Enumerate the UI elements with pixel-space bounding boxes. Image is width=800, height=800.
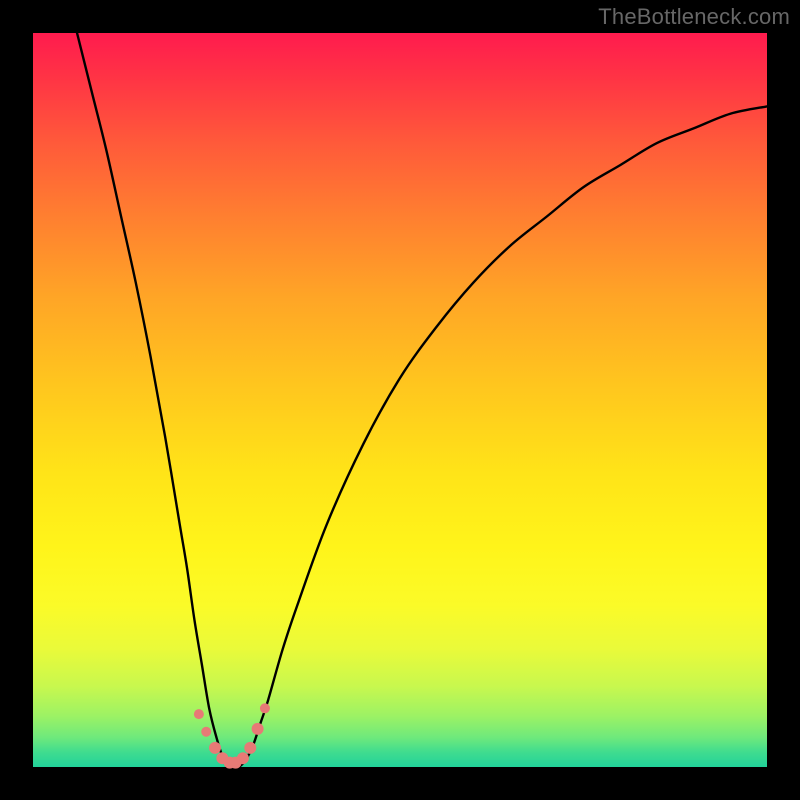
- chart-svg: [33, 33, 767, 767]
- bottleneck-curve: [77, 33, 767, 768]
- chart-frame: TheBottleneck.com: [0, 0, 800, 800]
- marker-group: [194, 703, 270, 768]
- curve-marker: [201, 727, 211, 737]
- watermark-text: TheBottleneck.com: [598, 4, 790, 30]
- curve-marker: [260, 703, 270, 713]
- curve-marker: [244, 742, 256, 754]
- curve-marker: [237, 752, 249, 764]
- curve-marker: [194, 709, 204, 719]
- curve-marker: [209, 742, 221, 754]
- curve-marker: [252, 723, 264, 735]
